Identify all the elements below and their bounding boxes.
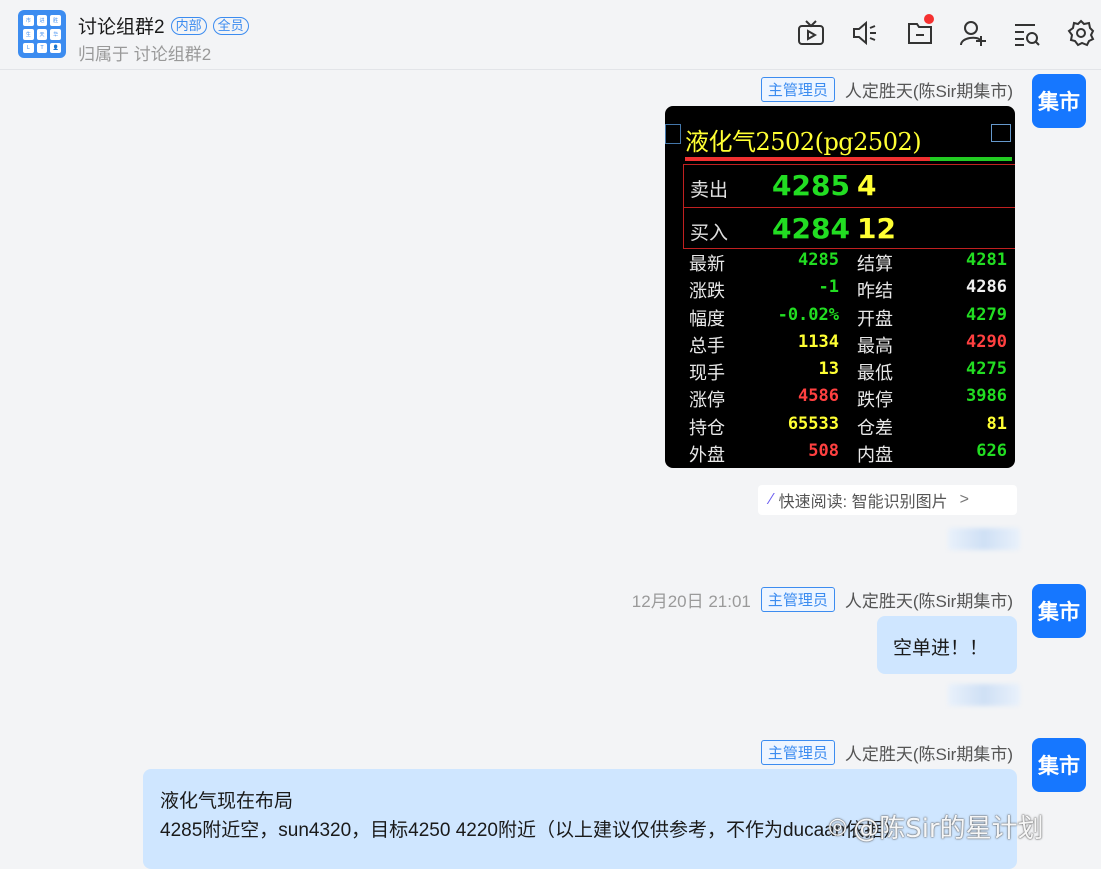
message-meta-2: 12月20日 21:01 主管理员 人定胜天(陈Sir期集市) [632, 587, 1013, 612]
quick-read-label: 快速阅读: 智能识别图片 [778, 494, 948, 511]
role-badge: 主管理员 [760, 77, 835, 102]
sender-name[interactable]: 人定胜天(陈Sir期集市) [845, 740, 1013, 765]
stat-label: 持仓 [689, 417, 725, 439]
message-bubble[interactable]: 空单进！！ [877, 616, 1017, 674]
bid-ask-bar [685, 157, 1012, 161]
stat-value: 4275 [966, 359, 1007, 380]
stat-value: -1 [818, 277, 839, 298]
bid-ask-box: 卖出 4285 4 买入 4284 12 [683, 164, 1015, 249]
quote-stats: 最新 4285 结算 4281 涨跌 -1 昨结 4286 幅度 -0.02% 开盘 4279 总手 11… [689, 248, 1007, 466]
panel-window-icon [991, 124, 1011, 142]
stat-value: 81 [986, 413, 1007, 434]
tv-icon[interactable] [796, 18, 826, 48]
quote-stat-row: 涨跌 -1 昨结 4286 [689, 275, 1007, 302]
tag-internal: 内部 [170, 16, 207, 35]
stat-value: 13 [818, 359, 839, 380]
quote-title: 液化气2502(pg2502) [685, 128, 922, 156]
speaker-icon[interactable] [850, 18, 880, 48]
stat-label: 最新 [689, 254, 725, 275]
stat-label: 幅度 [689, 308, 725, 330]
sender-name[interactable]: 人定胜天(陈Sir期集市) [845, 587, 1013, 612]
group-subtitle: 归属于 讨论组群2 [78, 45, 212, 64]
buy-volume: 12 [857, 212, 896, 245]
watermark-text: @陈Sir的星计划 [853, 814, 1044, 844]
stat-label: 总手 [689, 335, 725, 357]
avatar-tile: 进 [36, 15, 48, 26]
gear-icon[interactable] [1066, 18, 1096, 48]
group-avatar[interactable]: 市进胜生天华 L T 👤 [18, 10, 66, 58]
quote-stat-row: 总手 1134 最高 4290 [689, 330, 1007, 357]
stat-label: 开盘 [857, 308, 893, 330]
group-title: 讨论组群2 [78, 17, 165, 38]
quote-stat-row: 最新 4285 结算 4281 [689, 248, 1007, 275]
stat-value: 4290 [966, 331, 1007, 352]
buy-price: 4284 [772, 212, 850, 245]
avatar-tile: 天 [36, 29, 48, 40]
stat-label: 仓差 [857, 417, 893, 439]
stat-label: 涨停 [689, 390, 725, 412]
role-badge: 主管理员 [760, 587, 835, 612]
sell-volume: 4 [857, 169, 877, 202]
role-badge: 主管理员 [760, 740, 835, 765]
panel-left-marker [665, 124, 681, 144]
avatar-tile: T [36, 43, 48, 53]
stat-value: 65533 [787, 413, 839, 434]
magic-wand-icon: ⁄ [770, 491, 773, 508]
quote-stat-row: 外盘 508 内盘 626 [689, 439, 1007, 466]
notification-dot [924, 14, 934, 24]
sender-avatar[interactable]: 集市 [1032, 74, 1086, 128]
tag-all-members: 全员 [212, 16, 249, 35]
stat-label: 跌停 [857, 390, 893, 412]
read-status-blurred [948, 684, 1020, 706]
sender-avatar[interactable]: 集市 [1032, 738, 1086, 792]
stat-label: 最高 [857, 335, 893, 357]
quote-stat-row: 幅度 -0.02% 开盘 4279 [689, 303, 1007, 330]
avatar-tile: 👤 [50, 43, 61, 53]
avatar-tile: 胜 [50, 15, 61, 26]
stat-value: 4286 [966, 277, 1007, 298]
message-time: 12月20日 21:01 [631, 592, 751, 611]
sell-label: 卖出 [690, 179, 729, 201]
stat-value: 626 [976, 441, 1007, 462]
sender-name[interactable]: 人定胜天(陈Sir期集市) [845, 77, 1013, 102]
stat-value: 4281 [966, 250, 1007, 270]
message-meta-1: 主管理员 人定胜天(陈Sir期集市) [760, 77, 1013, 102]
quote-screenshot-image[interactable]: 液化气2502(pg2502) 卖出 4285 4 买入 4284 12 最新 4… [665, 106, 1015, 468]
stat-value: -0.02% [777, 304, 839, 325]
stat-label: 外盘 [689, 445, 725, 467]
stat-label: 内盘 [857, 445, 893, 467]
avatar-tile: 生 [23, 29, 34, 40]
search-list-icon[interactable] [1011, 18, 1041, 48]
avatar-tile: 华 [50, 29, 61, 40]
folder-minus-icon[interactable] [905, 14, 935, 48]
sell-price: 4285 [772, 169, 850, 202]
sender-avatar[interactable]: 集市 [1032, 584, 1086, 638]
group-title-row: 讨论组群2 内部 全员 [78, 12, 249, 39]
buy-label: 买入 [690, 222, 729, 244]
message-meta-3: 主管理员 人定胜天(陈Sir期集市) [760, 740, 1013, 765]
avatar-tile: L [23, 43, 34, 53]
stat-label: 结算 [857, 254, 893, 275]
quote-stat-row: 持仓 65533 仓差 81 [689, 412, 1007, 439]
stat-label: 最低 [857, 363, 893, 385]
stat-value: 3986 [966, 386, 1007, 407]
quote-stat-row: 涨停 4586 跌停 3986 [689, 384, 1007, 411]
read-status-blurred [948, 528, 1020, 550]
quote-stat-row: 现手 13 最低 4275 [689, 357, 1007, 384]
stat-value: 4285 [798, 250, 839, 270]
stat-value: 508 [808, 441, 839, 462]
chat-header: 市进胜生天华 L T 👤 讨论组群2 内部 全员 归属于 讨论组群2 [0, 0, 1101, 70]
stat-label: 涨跌 [689, 281, 725, 303]
stat-value: 1134 [798, 331, 839, 352]
watermark: ◎ @陈Sir的星计划 [828, 808, 1044, 845]
chevron-right-icon: > [959, 491, 969, 508]
stat-label: 现手 [689, 363, 725, 385]
quick-read-button[interactable]: ⁄ 快速阅读: 智能识别图片 > [758, 485, 1017, 515]
stat-label: 昨结 [857, 281, 893, 303]
avatar-tile: 市 [23, 15, 34, 26]
stat-value: 4586 [798, 386, 839, 407]
stat-value: 4279 [966, 304, 1007, 325]
weibo-icon: ◎ [828, 814, 848, 839]
add-user-icon[interactable] [958, 18, 988, 48]
